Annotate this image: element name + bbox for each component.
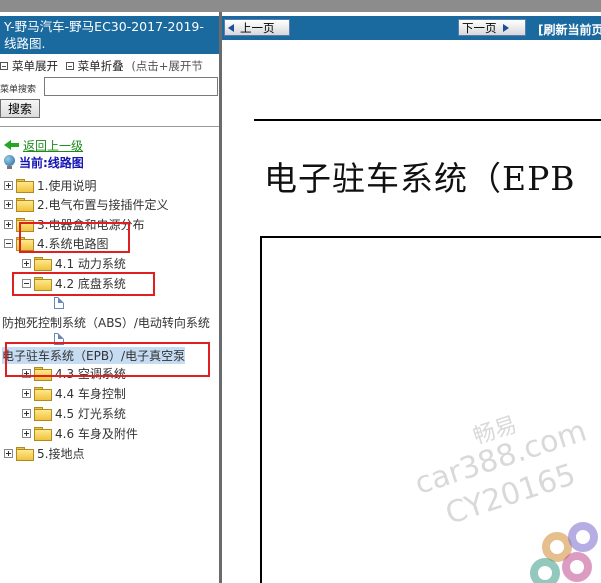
tree-label: 2.电气布置与接插件定义	[37, 197, 169, 212]
current-label: 当前:线路图	[19, 155, 84, 170]
tree-item-lighting[interactable]: 4.5 灯光系统	[22, 404, 126, 422]
doc-rule	[254, 119, 601, 121]
folder-icon	[34, 406, 52, 421]
tree-label: 1.使用说明	[37, 178, 97, 193]
folder-icon	[34, 426, 52, 441]
tree-item-powertrain[interactable]: 4.1 动力系统	[22, 254, 126, 272]
doc-node	[52, 294, 64, 312]
annotation-box-epb	[5, 342, 210, 377]
tree-item-ground-points[interactable]: 5.接地点	[4, 444, 84, 462]
tree-item-body-control[interactable]: 4.4 车身控制	[22, 384, 126, 402]
expand-plus-icon[interactable]	[22, 408, 31, 418]
next-page-button[interactable]: 下一页	[458, 19, 526, 36]
doc-title: 电子驻车系统（EPB	[264, 159, 576, 198]
expand-icon	[0, 62, 8, 70]
globe-icon	[4, 155, 16, 169]
right-pane: 上一页 下一页 [刷新当前页] 电子驻车系统（EPB 畅易 car388.com…	[222, 12, 601, 583]
current-location: 当前:线路图	[4, 154, 84, 170]
menu-toggle-row: 菜单展开 菜单折叠 (点击+展开节	[0, 58, 219, 74]
back-link[interactable]: 返回上一级	[23, 137, 83, 154]
menu-expand-label: 菜单展开	[12, 59, 58, 73]
left-triangle-icon	[228, 23, 234, 32]
expand-plus-icon[interactable]	[4, 180, 13, 190]
tree-label: 4.6 车身及附件	[55, 426, 138, 441]
left-pane: Y-野马汽车-野马EC30-2017-2019- 线路图. 菜单展开 菜单折叠 …	[0, 12, 219, 583]
search-input[interactable]	[44, 77, 218, 96]
next-label: 下一页	[462, 20, 497, 35]
expand-plus-icon[interactable]	[4, 448, 13, 458]
expand-plus-icon[interactable]	[4, 199, 13, 209]
expand-plus-icon[interactable]	[22, 258, 31, 268]
collapse-icon	[65, 62, 74, 70]
document-icon	[54, 297, 64, 309]
menu-expand[interactable]: 菜单展开	[0, 58, 58, 74]
page-nav-bar: 上一页 下一页 [刷新当前页]	[222, 16, 601, 40]
folder-icon	[34, 256, 52, 271]
expand-plus-icon[interactable]	[22, 388, 31, 398]
search-button[interactable]: 搜索	[0, 99, 40, 118]
search-label: 菜单搜索	[0, 85, 37, 95]
search-row: 菜单搜索	[0, 77, 219, 97]
manual-title: Y-野马汽车-野马EC30-2017-2019- 线路图.	[0, 16, 219, 54]
divider-line	[0, 126, 219, 127]
tree-leaf-abs[interactable]: 防抱死控制系统（ABS）/电动转向系统	[2, 314, 210, 331]
tree-item-body-accessories[interactable]: 4.6 车身及附件	[22, 424, 138, 442]
expand-plus-icon[interactable]	[4, 219, 13, 229]
prev-page-button[interactable]: 上一页	[224, 19, 290, 36]
folder-icon	[16, 178, 34, 193]
back-link-row[interactable]: 返回上一级	[4, 137, 83, 153]
tree-label: 4.4 车身控制	[55, 386, 126, 401]
folder-icon	[16, 197, 34, 212]
expand-plus-icon[interactable]	[22, 428, 31, 438]
folder-icon	[34, 386, 52, 401]
annotation-box-system	[19, 222, 130, 253]
menu-collapse[interactable]: 菜单折叠	[65, 58, 124, 74]
window-top-bar	[0, 0, 601, 12]
watermark-logo	[522, 512, 601, 583]
menu-hint: (点击+展开节	[131, 59, 203, 73]
tree-item-usage[interactable]: 1.使用说明	[4, 176, 96, 194]
menu-collapse-label: 菜单折叠	[77, 59, 124, 73]
folder-icon	[16, 446, 34, 461]
tree-label: 5.接地点	[37, 446, 85, 461]
collapse-minus-icon[interactable]	[4, 238, 13, 248]
back-arrow-icon	[4, 139, 20, 151]
tree-label: 4.5 灯光系统	[55, 406, 126, 421]
tree-label: 4.1 动力系统	[55, 256, 126, 271]
refresh-link[interactable]: [刷新当前页]	[538, 21, 601, 38]
right-triangle-icon	[502, 23, 509, 32]
annotation-box-chassis	[12, 272, 155, 296]
prev-label: 上一页	[240, 20, 275, 35]
tree-item-layout[interactable]: 2.电气布置与接插件定义	[4, 195, 168, 213]
